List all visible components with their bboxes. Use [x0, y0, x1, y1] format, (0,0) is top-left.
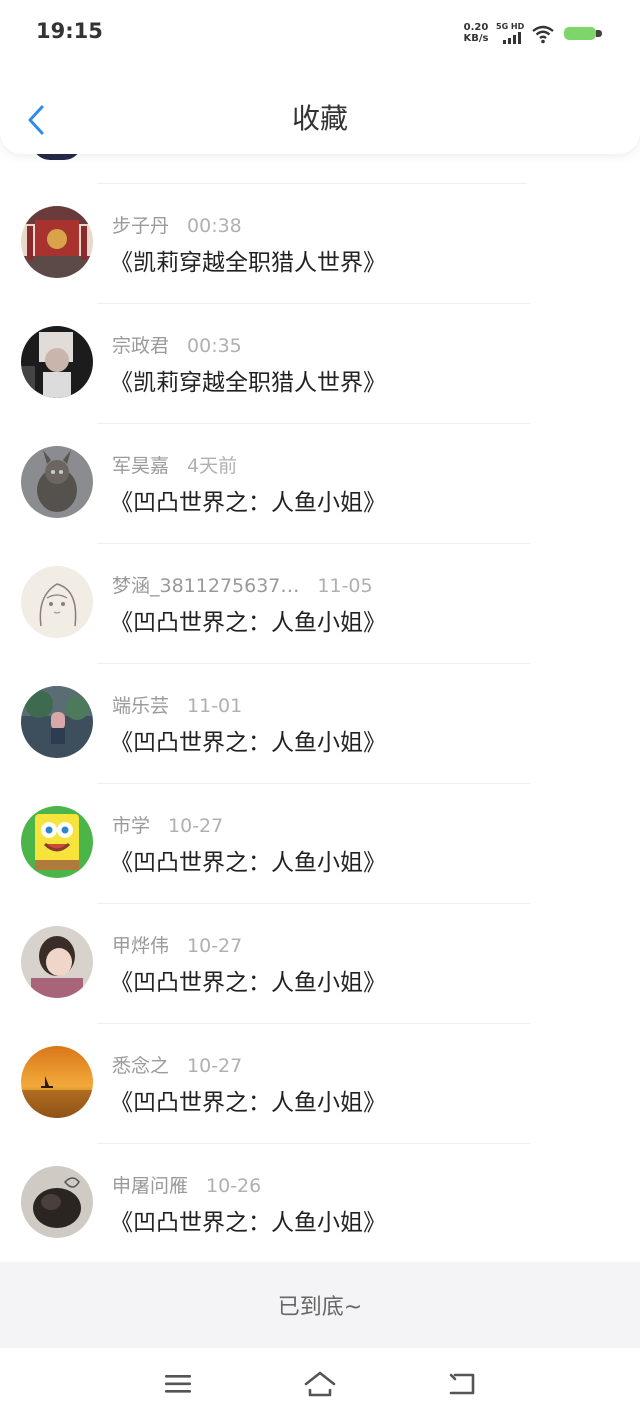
user-name: 军昊嘉: [112, 455, 170, 477]
item-time: 10-27: [187, 935, 243, 957]
user-name: 步子丹: [112, 215, 170, 237]
home-icon: [304, 1371, 336, 1397]
signal-icon: [503, 32, 525, 44]
item-title[interactable]: 《凹凸世界之：人鱼小姐》: [110, 843, 386, 877]
list-item[interactable]: 梦涵_3811275637… 11-05 《凹凸世界之：人鱼小姐》: [0, 544, 640, 664]
user-name: 甲烨伟: [112, 935, 170, 957]
menu-icon: [165, 1375, 191, 1393]
item-meta: 宗政君 00:35: [112, 331, 242, 358]
item-title[interactable]: 《凹凸世界之：人鱼小姐》: [110, 1203, 386, 1237]
system-nav-bar: [0, 1348, 640, 1422]
list-item[interactable]: 步子丹 00:38 《凯莉穿越全职猎人世界》: [0, 184, 640, 304]
net-speed-value: 0.20: [463, 22, 489, 33]
back-nav-button[interactable]: [442, 1368, 482, 1400]
item-title[interactable]: 《凹凸世界之：人鱼小姐》: [110, 723, 386, 757]
net-speed-unit: KB/s: [463, 33, 489, 44]
item-title[interactable]: 《凯莉穿越全职猎人世界》: [110, 363, 386, 397]
list-item[interactable]: 甲烨伟 10-27 《凹凸世界之：人鱼小姐》: [0, 904, 640, 1024]
avatar[interactable]: [21, 446, 93, 518]
avatar[interactable]: [21, 686, 93, 758]
user-name: 申屠问雁: [112, 1175, 189, 1197]
item-time: 11-05: [317, 575, 373, 597]
avatar[interactable]: [21, 1046, 93, 1118]
wifi-icon: [532, 25, 554, 44]
item-title[interactable]: 《凹凸世界之：人鱼小姐》: [110, 603, 386, 637]
item-time: 10-27: [168, 815, 224, 837]
item-meta: 甲烨伟 10-27: [112, 931, 242, 958]
list-item[interactable]: 悉念之 10-27 《凹凸世界之：人鱼小姐》: [0, 1024, 640, 1144]
item-time: 00:38: [187, 215, 242, 237]
battery-icon: [564, 27, 602, 40]
item-title[interactable]: 《凹凸世界之：人鱼小姐》: [110, 1083, 386, 1117]
back-icon: [449, 1373, 475, 1395]
item-title[interactable]: 《凯莉穿越全职猎人世界》: [110, 243, 386, 277]
list-item[interactable]: 市学 10-27 《凹凸世界之：人鱼小姐》: [0, 784, 640, 904]
item-meta: 军昊嘉 4天前: [112, 451, 237, 478]
avatar[interactable]: [21, 326, 93, 398]
end-of-list-footer: 已到底~: [0, 1262, 640, 1348]
user-name: 梦涵_3811275637…: [112, 575, 300, 597]
network-type: 5G HD: [496, 22, 525, 31]
avatar[interactable]: [21, 926, 93, 998]
end-text: 已到底~: [277, 1295, 363, 1320]
item-time: 4天前: [187, 455, 238, 477]
favorites-list: 步子丹 00:38 《凯莉穿越全职猎人世界》 宗政君 00:35 《凯莉穿越全职猎人…: [0, 184, 640, 1264]
avatar[interactable]: [21, 206, 93, 278]
list-item[interactable]: 宗政君 00:35 《凯莉穿越全职猎人世界》: [0, 304, 640, 424]
avatar[interactable]: [21, 566, 93, 638]
list-item[interactable]: 申屠问雁 10-26 《凹凸世界之：人鱼小姐》: [0, 1144, 640, 1264]
list-item[interactable]: 军昊嘉 4天前 《凹凸世界之：人鱼小姐》: [0, 424, 640, 544]
item-time: 00:35: [187, 335, 242, 357]
user-name: 市学: [112, 815, 151, 837]
item-title[interactable]: 《凹凸世界之：人鱼小姐》: [110, 963, 386, 997]
item-meta: 市学 10-27: [112, 811, 223, 838]
item-meta: 梦涵_3811275637… 11-05: [112, 571, 373, 598]
item-time: 10-26: [206, 1175, 262, 1197]
home-button[interactable]: [300, 1368, 340, 1400]
menu-button[interactable]: [158, 1368, 198, 1400]
item-title[interactable]: 《凹凸世界之：人鱼小姐》: [110, 483, 386, 517]
list-item[interactable]: 端乐芸 11-01 《凹凸世界之：人鱼小姐》: [0, 664, 640, 784]
item-meta: 步子丹 00:38: [112, 211, 242, 238]
item-time: 11-01: [187, 695, 243, 717]
user-name: 悉念之: [112, 1055, 170, 1077]
item-time: 10-27: [187, 1055, 243, 1077]
item-meta: 申屠问雁 10-26: [112, 1171, 261, 1198]
status-time: 19:15: [36, 19, 103, 43]
item-meta: 悉念之 10-27: [112, 1051, 242, 1078]
page-title: 收藏: [291, 102, 348, 135]
avatar[interactable]: [21, 1166, 93, 1238]
item-meta: 端乐芸 11-01: [112, 691, 242, 718]
app-header: 19:15 0.20 KB/s 5G HD 收藏: [0, 0, 640, 154]
user-name: 端乐芸: [112, 695, 170, 717]
net-speed: 0.20 KB/s: [461, 22, 491, 44]
avatar[interactable]: [21, 806, 93, 878]
user-name: 宗政君: [112, 335, 170, 357]
